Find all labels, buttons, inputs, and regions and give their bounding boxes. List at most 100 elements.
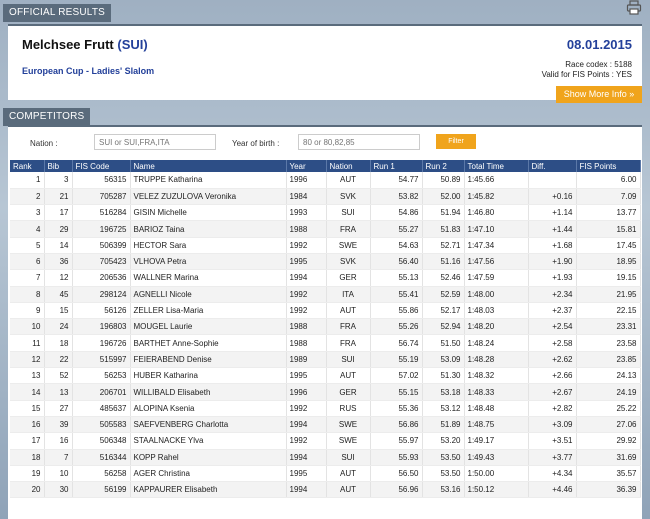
cell-nation: FRA bbox=[326, 334, 371, 352]
cell-rank: 8 bbox=[10, 286, 45, 303]
table-row[interactable]: 20 30 56199 KAPPAURER Elisabeth 1994 AUT 56.96… bbox=[10, 481, 641, 499]
cell-run-2: 53.20 bbox=[422, 432, 465, 450]
cell-year: 1989 bbox=[286, 351, 327, 369]
cell-fis-code: 506399 bbox=[72, 237, 131, 254]
table-row[interactable]: 14 13 206701 WILLIBALD Elisabeth 1996 GER 55.1… bbox=[10, 383, 641, 401]
table-row[interactable]: 18 7 516344 KOPP Rahel 1994 SUI 55.93 53.50 1:49… bbox=[10, 449, 641, 466]
cell-total-time: 1:46.80 bbox=[464, 204, 529, 222]
cell-fis-code: 56199 bbox=[72, 481, 131, 499]
table-row[interactable]: 7 12 206536 WALLNER Marina 1994 GER 55.13 52.46… bbox=[10, 269, 641, 287]
cell-diff bbox=[528, 172, 577, 189]
table-row[interactable]: 9 15 56126 ZELLER Lisa-Maria 1992 AUT 55.86 52.… bbox=[10, 302, 641, 320]
table-row[interactable]: 13 52 56253 HUBER Katharina 1995 AUT 57.02 51.3… bbox=[10, 367, 641, 385]
column-header-fis-points[interactable]: FIS Points bbox=[576, 160, 641, 172]
table-row[interactable]: 3 17 516284 GISIN Michelle 1993 SUI 54.86 51.94… bbox=[10, 204, 641, 222]
cell-fis-code: 56315 bbox=[72, 172, 131, 189]
cell-nation: FRA bbox=[326, 318, 371, 336]
cell-name: KOPP Rahel bbox=[130, 449, 287, 466]
cell-run-1: 56.74 bbox=[370, 334, 423, 352]
cell-nation: GER bbox=[326, 383, 371, 401]
table-row[interactable]: 10 24 196803 MOUGEL Laurie 1988 FRA 55.26 52.94… bbox=[10, 318, 641, 336]
column-header-name[interactable]: Name bbox=[130, 160, 287, 172]
show-more-info-button[interactable]: Show More Info » bbox=[556, 86, 642, 103]
cell-nation: SWE bbox=[326, 416, 371, 434]
cell-total-time: 1:49.43 bbox=[464, 449, 529, 466]
cell-run-1: 55.86 bbox=[370, 302, 423, 320]
cell-fis-points: 27.06 bbox=[576, 416, 641, 434]
cell-run-2: 52.71 bbox=[422, 237, 465, 254]
cell-fis-points: 7.09 bbox=[576, 188, 641, 206]
table-row[interactable]: 2 21 705287 VELEZ ZUZULOVA Veronika 1984 SVK 5… bbox=[10, 188, 641, 206]
column-header-total-time[interactable]: Total Time bbox=[464, 160, 529, 172]
cell-bib: 18 bbox=[44, 334, 73, 352]
cell-year: 1992 bbox=[286, 302, 327, 320]
cell-bib: 13 bbox=[44, 383, 73, 401]
cell-run-2: 51.89 bbox=[422, 416, 465, 434]
cell-fis-points: 22.15 bbox=[576, 302, 641, 320]
filter-button[interactable]: Filter bbox=[436, 134, 476, 149]
column-header-run-1[interactable]: Run 1 bbox=[370, 160, 423, 172]
cell-bib: 22 bbox=[44, 351, 73, 369]
cell-name: MOUGEL Laurie bbox=[130, 318, 287, 336]
table-row[interactable]: 19 10 56258 AGER Christina 1995 AUT 56.50 53.50… bbox=[10, 465, 641, 483]
table-header-row: Rank Bib FIS Code Name Year Nation Run 1 Run 2T… bbox=[10, 160, 641, 172]
cell-rank: 10 bbox=[10, 318, 45, 336]
cell-total-time: 1:45.82 bbox=[464, 188, 529, 206]
cell-nation: SUI bbox=[326, 351, 371, 369]
column-header-bib[interactable]: Bib bbox=[44, 160, 73, 172]
cell-bib: 10 bbox=[44, 465, 73, 483]
cell-fis-code: 705287 bbox=[72, 188, 131, 206]
cell-run-1: 56.86 bbox=[370, 416, 423, 434]
column-header-diff[interactable]: Diff. bbox=[528, 160, 577, 172]
table-row[interactable]: 5 14 506399 HECTOR Sara 1992 SWE 54.63 52.71 1:4… bbox=[10, 237, 641, 254]
cell-diff: +2.66 bbox=[528, 367, 577, 385]
cell-year: 1994 bbox=[286, 449, 327, 466]
column-header-nation[interactable]: Nation bbox=[326, 160, 371, 172]
cell-fis-code: 505583 bbox=[72, 416, 131, 434]
cell-diff: +0.16 bbox=[528, 188, 577, 206]
cell-run-2: 52.00 bbox=[422, 188, 465, 206]
cell-rank: 4 bbox=[10, 220, 45, 238]
column-header-run-2[interactable]: Run 2 bbox=[422, 160, 465, 172]
cell-fis-code: 206536 bbox=[72, 269, 131, 287]
cell-year: 1992 bbox=[286, 400, 327, 417]
table-row[interactable]: 4 29 196725 BARIOZ Taina 1988 FRA 55.27 51.83 1:… bbox=[10, 220, 641, 238]
cell-nation: SVK bbox=[326, 253, 371, 271]
table-row[interactable]: 12 22 515997 FEIERABEND Denise 1989 SUI 55.19 5… bbox=[10, 351, 641, 369]
table-row[interactable]: 11 18 196726 BARTHET Anne-Sophie 1988 FRA 56.7… bbox=[10, 334, 641, 352]
table-row[interactable]: 8 45 298124 AGNELLI Nicole 1992 ITA 55.41 52.59… bbox=[10, 286, 641, 303]
table-row[interactable]: 1 3 56315 TRUPPE Katharina 1996 AUT 54.77 50.89… bbox=[10, 172, 641, 189]
cell-rank: 6 bbox=[10, 253, 45, 271]
nation-input[interactable] bbox=[94, 134, 216, 150]
cell-nation: AUT bbox=[326, 481, 371, 499]
cell-name: SAEFVENBERG Charlotta bbox=[130, 416, 287, 434]
cell-rank: 19 bbox=[10, 465, 45, 483]
cell-name: TRUPPE Katharina bbox=[130, 172, 287, 189]
competitors-panel: Nation : Year of birth : Filter RankBibF… bbox=[8, 125, 642, 519]
cell-nation: ITA bbox=[326, 286, 371, 303]
cell-run-2: 52.17 bbox=[422, 302, 465, 320]
cell-diff: +2.82 bbox=[528, 400, 577, 417]
table-row[interactable]: 15 27 485637 ALOPINA Ksenia 1992 RUS 55.36 53.1… bbox=[10, 400, 641, 417]
table-row[interactable]: 6 36 705423 VLHOVA Petra 1995 SVK 56.40 51.16 1:… bbox=[10, 253, 641, 271]
cell-run-1: 55.41 bbox=[370, 286, 423, 303]
column-header-rank[interactable]: Rank bbox=[10, 160, 45, 172]
cell-fis-code: 515997 bbox=[72, 351, 131, 369]
cell-name: ZELLER Lisa-Maria bbox=[130, 302, 287, 320]
cell-rank: 1 bbox=[10, 172, 45, 189]
table-row[interactable]: 16 39 505583 SAEFVENBERG Charlotta 1994 SWE 56… bbox=[10, 416, 641, 434]
column-header-year[interactable]: Year bbox=[286, 160, 327, 172]
cell-diff: +4.46 bbox=[528, 481, 577, 499]
cell-run-1: 55.13 bbox=[370, 269, 423, 287]
cell-fis-points: 18.95 bbox=[576, 253, 641, 271]
column-header-fis-code[interactable]: FIS Code bbox=[72, 160, 131, 172]
cell-rank: 17 bbox=[10, 432, 45, 450]
race-codex-info: Race codex : 5188 Valid for FIS Points :… bbox=[542, 60, 632, 80]
year-of-birth-input[interactable] bbox=[298, 134, 420, 150]
cell-year: 1992 bbox=[286, 237, 327, 254]
cell-fis-code: 516284 bbox=[72, 204, 131, 222]
print-icon[interactable] bbox=[626, 0, 642, 16]
cell-fis-points: 24.19 bbox=[576, 383, 641, 401]
table-row[interactable]: 17 16 506348 STAALNACKE Ylva 1992 SWE 55.97 53.… bbox=[10, 432, 641, 450]
cell-name: VELEZ ZUZULOVA Veronika bbox=[130, 188, 287, 206]
